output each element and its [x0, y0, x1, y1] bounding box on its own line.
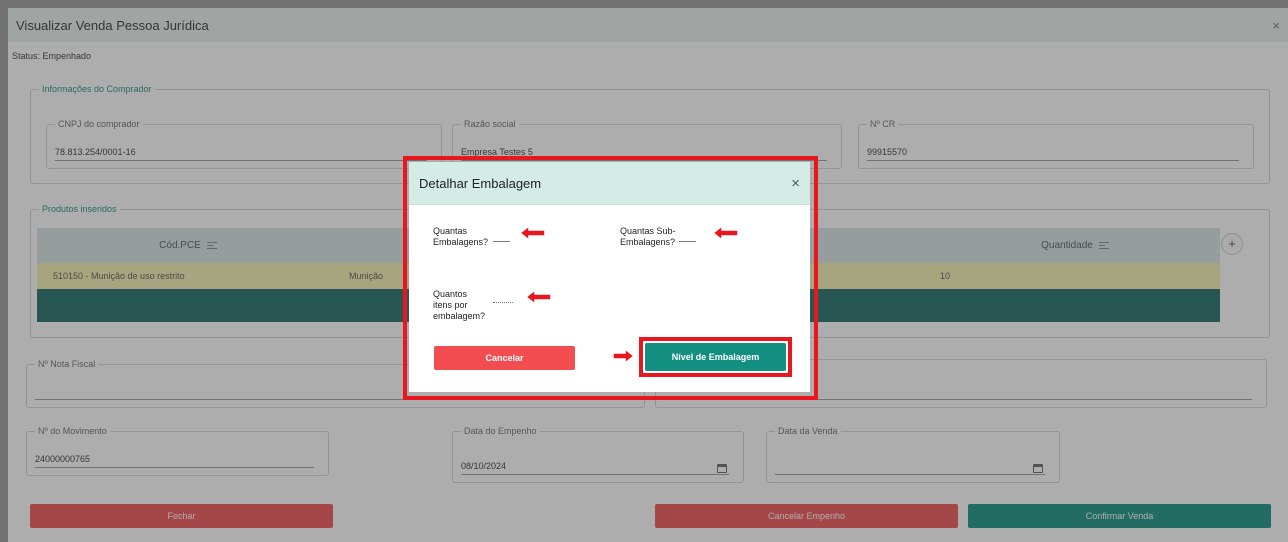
left-arrow-icon — [712, 225, 739, 241]
quantas-embalagens-label: Quantas Embalagens? — [433, 226, 489, 247]
modal-close-icon[interactable]: × — [791, 175, 800, 192]
right-arrow-icon — [612, 348, 635, 364]
quantas-sub-embalagens-input[interactable] — [679, 241, 696, 242]
modal-title: Detalhar Embalagem — [419, 175, 542, 191]
quantas-embalagens-input[interactable] — [493, 241, 510, 242]
left-arrow-icon — [519, 225, 546, 241]
modal-header: Detalhar Embalagem × — [409, 162, 810, 205]
left-arrow-icon — [525, 289, 552, 305]
quantos-itens-label: Quantos itens por embalagem? — [433, 289, 486, 321]
nivel-de-embalagem-button[interactable]: Nível de Embalagem — [645, 343, 786, 371]
detalhar-embalagem-modal: Detalhar Embalagem × Quantas Embalagens?… — [409, 162, 810, 392]
quantas-sub-embalagens-label: Quantas Sub-Embalagens? — [620, 226, 676, 247]
quantos-itens-input[interactable] — [493, 302, 513, 303]
cancel-button[interactable]: Cancelar — [434, 346, 575, 370]
